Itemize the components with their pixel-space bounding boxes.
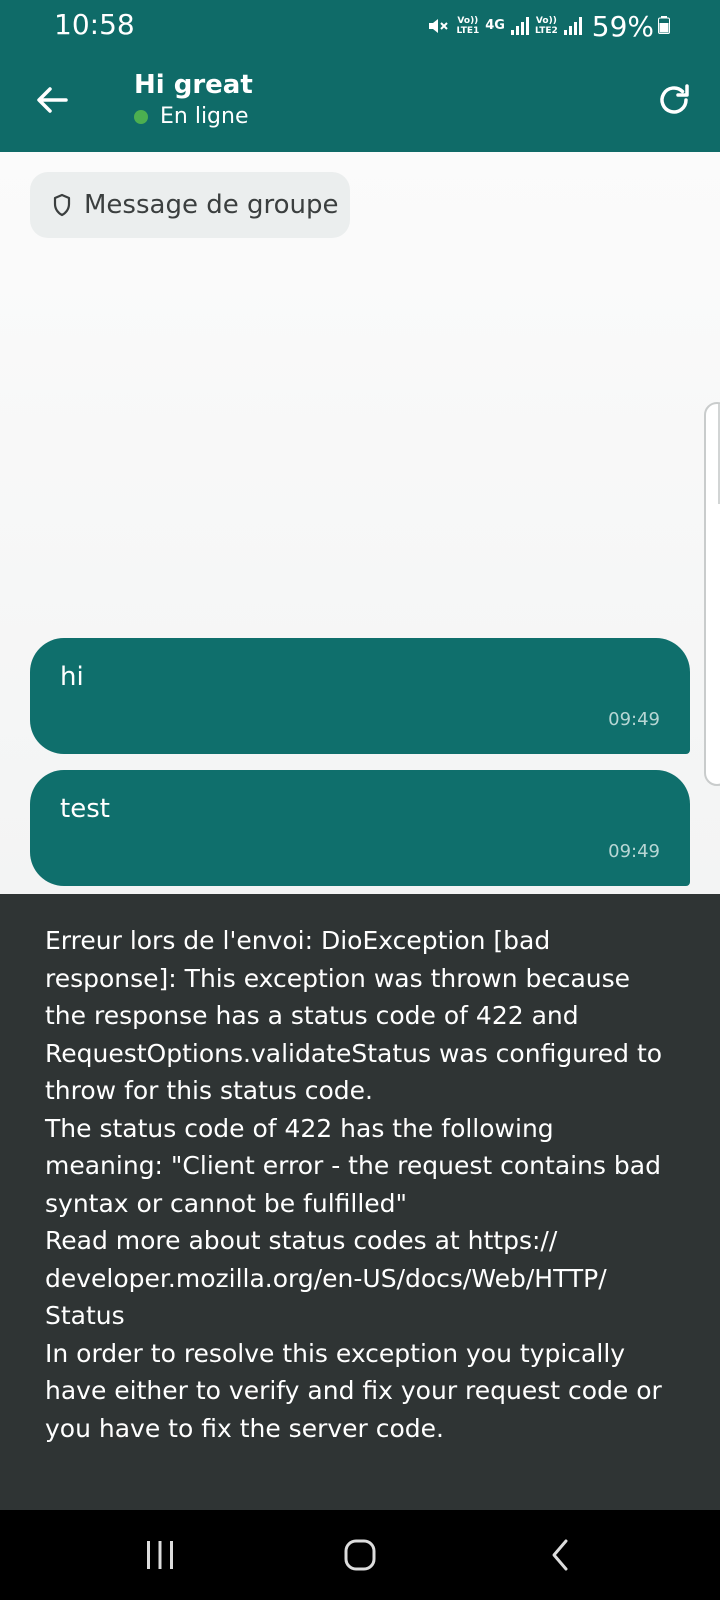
message-time: 09:49	[608, 841, 660, 862]
home-icon[interactable]	[340, 1537, 380, 1573]
sim2-indicator: Vo)) LTE2	[534, 16, 558, 36]
refresh-icon[interactable]	[654, 80, 694, 120]
status-time: 10:58	[54, 8, 135, 41]
status-indicators: Vo)) LTE1 4G Vo)) LTE2 59%	[426, 6, 654, 46]
online-dot-icon	[134, 109, 148, 124]
message-bubble[interactable]: hi 09:49	[30, 638, 690, 754]
network-type: 4G	[485, 18, 505, 33]
group-chip-label: Message de groupe	[84, 190, 339, 220]
battery-percent: 59%	[591, 9, 654, 43]
system-nav-bar	[0, 1510, 720, 1600]
mute-icon	[429, 19, 449, 33]
error-snackbar: Erreur lors de l'envoi: DioException [ba…	[0, 894, 720, 1510]
signal-icon	[563, 17, 582, 35]
back-arrow-icon[interactable]	[30, 78, 74, 122]
shield-icon	[53, 193, 71, 217]
group-message-chip: Message de groupe	[30, 172, 350, 238]
status-bar: 10:58 Vo)) LTE1 4G Vo)) LTE2 59%	[0, 0, 720, 50]
message-time: 09:49	[608, 709, 660, 730]
presence-label: En ligne	[160, 104, 249, 129]
battery-icon	[658, 16, 670, 34]
edge-panel-handle[interactable]	[704, 402, 720, 786]
signal-icon	[510, 17, 529, 35]
app-bar: Hi great En ligne	[0, 50, 720, 152]
sim1-indicator: Vo)) LTE1	[456, 16, 480, 36]
chat-area[interactable]: Message de groupe hi 09:49 test 09:49	[0, 152, 720, 894]
recents-icon[interactable]	[140, 1537, 180, 1573]
presence-status: En ligne	[134, 104, 249, 129]
chat-title: Hi great	[134, 70, 253, 100]
message-text: test	[60, 794, 110, 824]
error-message: Erreur lors de l'envoi: DioException [ba…	[45, 926, 663, 1443]
back-nav-icon[interactable]	[542, 1537, 582, 1573]
message-bubble[interactable]: test 09:49	[30, 770, 690, 886]
message-text: hi	[60, 662, 84, 692]
